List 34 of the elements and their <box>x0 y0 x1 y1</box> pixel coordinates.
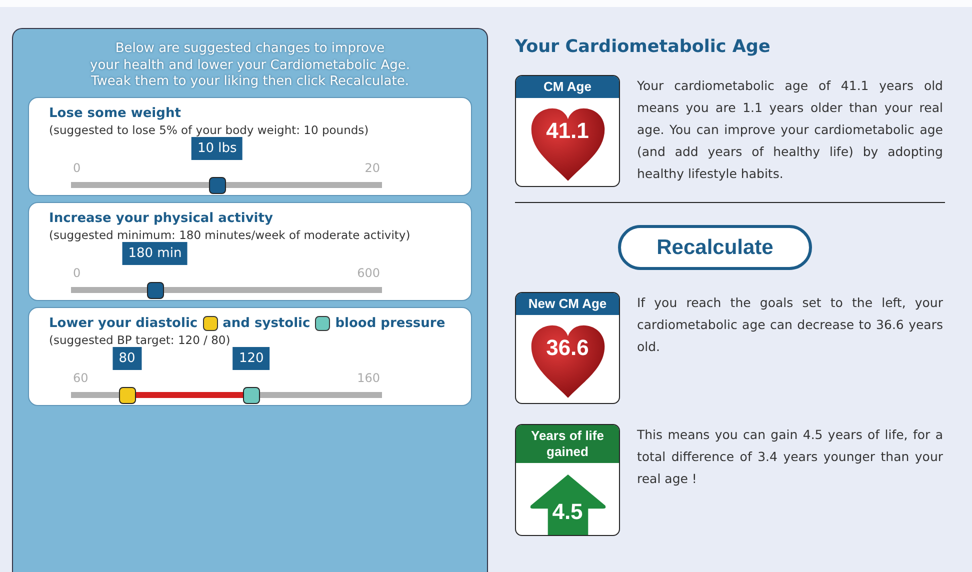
min-label: 60 <box>73 370 88 384</box>
max-label: 600 <box>357 266 380 280</box>
value-callout: 10 lbs <box>192 136 243 160</box>
max-label: 160 <box>357 370 380 384</box>
result-text: Your cardiometabolic age of 41.1 years old means you are 1.1 years older than your real age. You can improve your cardiometabolic age (and add years of healthy life) by adopting healthy lifestyle habits. <box>637 77 943 183</box>
badge-value: 36.6 <box>546 335 589 361</box>
goal-title: blood pressure <box>335 316 446 330</box>
slider-handle[interactable] <box>146 282 164 298</box>
slider-handle[interactable] <box>118 386 136 404</box>
result-text: If you reach the goals set to the left, your cardiometabolic age can decrease to 36.6 years old. <box>637 294 943 356</box>
section-title: Your Cardiometabolic Age <box>515 37 772 57</box>
min-label: 0 <box>73 160 81 174</box>
slider-handle[interactable] <box>209 176 226 194</box>
intro-text: Below are suggested changes to improve your health and lower your Cardiometabolic Age. Tweak them to your liking then click Recalculate. <box>89 41 411 90</box>
result-text: This means you can gain 4.5 years of life, for a total difference of 3.4 years younger than your real age ! <box>637 426 943 488</box>
slider-handle[interactable] <box>243 386 260 404</box>
badge-header: Years of life gained <box>516 425 619 463</box>
min-label: 0 <box>73 266 81 280</box>
goal-title: and systolic <box>222 316 310 330</box>
goal-title: Lose some weight <box>49 106 181 120</box>
goal-title: Increase your physical activity <box>49 210 273 226</box>
max-label: 20 <box>364 160 380 174</box>
goal-subtitle: (suggested BP target: 120 / 80) <box>49 332 232 346</box>
goal-subtitle: (suggested minimum: 180 minutes/week of moderate activity) <box>49 228 412 242</box>
badge-value: 41.1 <box>546 118 589 144</box>
goal-title: Lower your diastolic <box>49 316 198 330</box>
recalculate-button[interactable]: Recalculate <box>618 225 812 270</box>
badge-header: CM Age <box>516 76 619 98</box>
goal-subtitle: (suggested to lose 5% of your body weight: 10 pounds) <box>49 122 370 136</box>
value-callout: 120 <box>232 346 270 370</box>
badge-value: 4.5 <box>552 499 583 525</box>
badge-header: New CM Age <box>516 293 619 315</box>
value-callout: 180 min <box>122 242 188 264</box>
value-callout: 80 <box>112 346 142 370</box>
